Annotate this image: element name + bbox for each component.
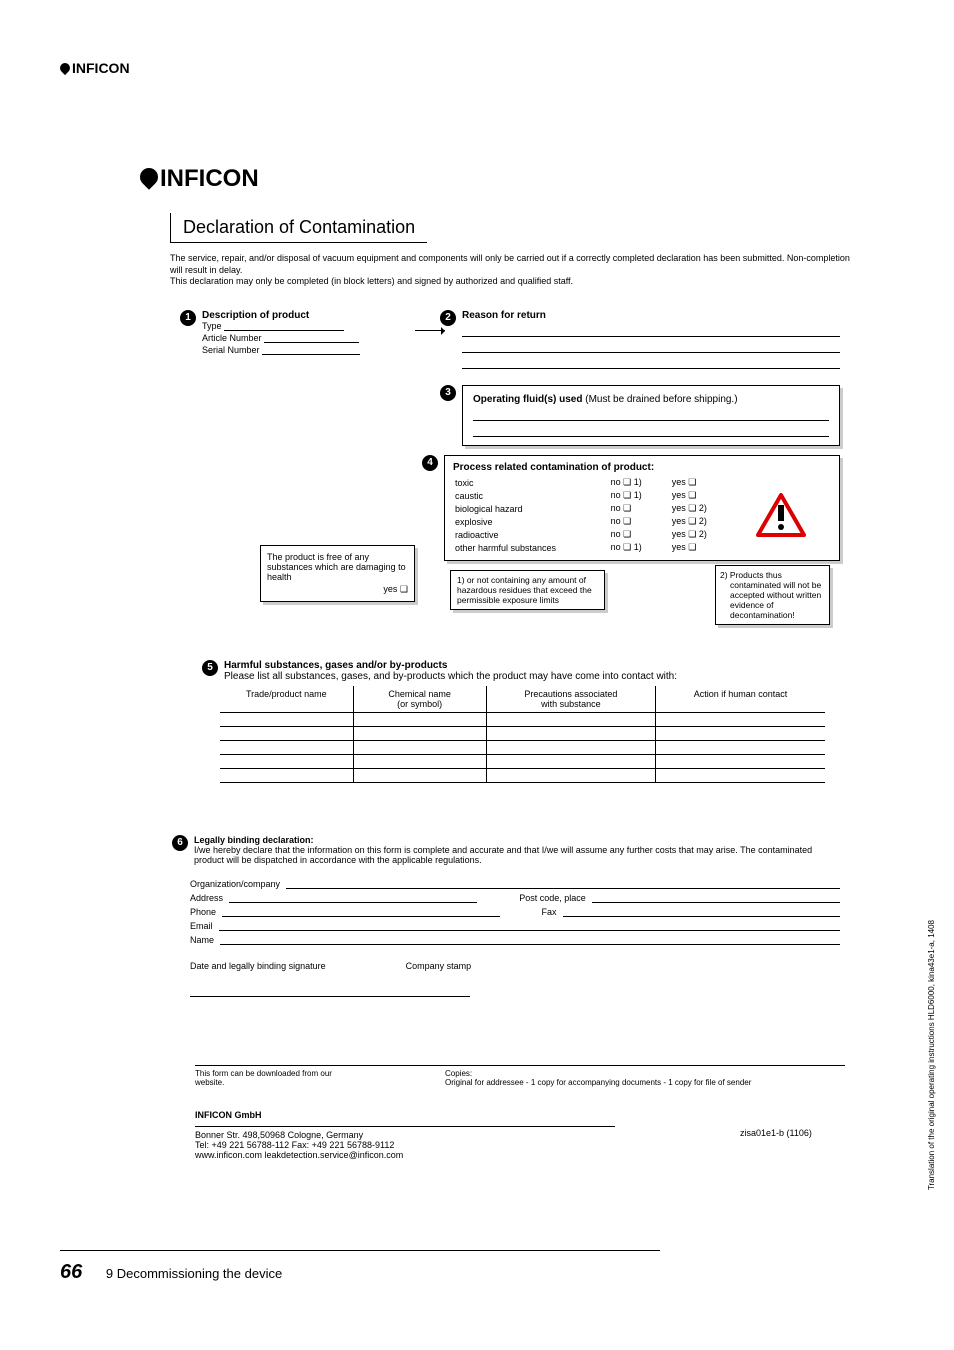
table-row[interactable] [220,769,825,783]
company-web: www.inficon.com leakdetection.service@in… [195,1150,845,1160]
reason-line-3[interactable] [462,357,840,369]
section-5-number: 5 [202,660,218,676]
section-1: 1 Description of product Type Article Nu… [180,310,430,357]
section-3-number: 3 [440,385,456,401]
company-name: INFICON GmbH [195,1110,845,1120]
stamp-label: Company stamp [406,961,472,971]
form-logo: INFICON [140,165,860,193]
post-label: Post code, place [519,893,586,903]
signature-line[interactable] [190,996,470,997]
section-2-number: 2 [440,310,456,326]
substances-table: Trade/product name Chemical name (or sym… [220,686,825,783]
page-number: 66 [60,1261,82,1283]
declaration-form: INFICON Declaration of Contamination The… [140,165,860,303]
section-6-text: I/we hereby declare that the information… [194,845,840,865]
company-tel: Tel: +49 221 56788-112 Fax: +49 221 5678… [195,1140,845,1150]
section-6-number: 6 [172,835,188,851]
section-3-heading: Operating fluid(s) used [473,394,582,405]
section-2-heading: Reason for return [462,310,840,321]
article-input[interactable] [264,333,359,343]
page-footer: 66 9 Decommissioning the device [60,1250,660,1284]
addr-label: Address [190,893,223,903]
addr-input[interactable] [229,891,477,903]
section-5: 5 Harmful substances, gases and/or by-pr… [220,660,825,783]
table-row[interactable] [220,727,825,741]
org-input[interactable] [286,877,840,889]
reason-line-1[interactable] [462,325,840,337]
section-5-subtext: Please list all substances, gases, and b… [224,671,825,682]
table-row[interactable] [220,713,825,727]
phone-input[interactable] [222,905,499,917]
doc-code: zisa01e1-b (1106) [740,1128,812,1138]
name-input[interactable] [220,933,840,945]
warning-icon [756,493,806,537]
type-input[interactable] [224,321,344,331]
post-input[interactable] [592,891,840,903]
fluid-line-1[interactable] [473,409,829,421]
intro-text: The service, repair, and/or disposal of … [170,253,860,288]
brand-header: INFICON [60,60,130,76]
email-label: Email [190,921,213,931]
section-3-note: (Must be drained before shipping.) [585,394,737,405]
download-note: This form can be downloaded from our web… [195,1069,345,1087]
section-4-heading: Process related contamination of product… [453,462,831,473]
table-row[interactable] [220,741,825,755]
fax-input[interactable] [563,905,840,917]
contamination-table: toxicno ❏ 1)yes ❏ causticno ❏ 1)yes ❏ bi… [453,476,831,554]
free-of-substances-box: The product is free of any substances wh… [260,545,415,602]
section-4-number: 4 [422,455,438,471]
table-row[interactable] [220,755,825,769]
section-4: 4 Process related contamination of produ… [440,455,840,561]
chapter-title: 9 Decommissioning the device [106,1266,282,1281]
form-footer-note: This form can be downloaded from our web… [195,1065,845,1087]
email-input[interactable] [219,919,840,931]
section-6-heading: Legally binding declaration: [194,835,840,845]
org-label: Organization/company [190,879,280,889]
section-5-heading: Harmful substances, gases and/or by-prod… [224,660,825,671]
signature-label: Date and legally binding signature [190,961,326,971]
fluid-line-2[interactable] [473,425,829,437]
reason-line-2[interactable] [462,341,840,353]
serial-label: Serial Number [202,345,260,355]
article-label: Article Number [202,333,262,343]
note-2-box: 2) Products thus contaminated will not b… [715,565,830,625]
type-label: Type [202,321,222,331]
brand-name: INFICON [72,60,130,76]
section-1-number: 1 [180,310,196,326]
note-1-box: 1) or not containing any amount of hazar… [450,570,605,610]
copies-note: Copies: Original for addressee - 1 copy … [445,1069,845,1087]
form-title: Declaration of Contamination [170,213,427,243]
name-label: Name [190,935,214,945]
section-2: 2 Reason for return [440,310,840,369]
phone-label: Phone [190,907,216,917]
section-6: 6 Legally binding declaration: I/we here… [190,835,840,997]
side-rotated-text: Translation of the original operating in… [927,920,936,1190]
free-yes-checkbox[interactable]: yes ❏ [267,584,408,595]
section-3: 3 Operating fluid(s) used (Must be drain… [440,385,840,446]
serial-input[interactable] [262,345,360,355]
section-1-heading: Description of product [202,310,430,321]
fax-label: Fax [542,907,557,917]
